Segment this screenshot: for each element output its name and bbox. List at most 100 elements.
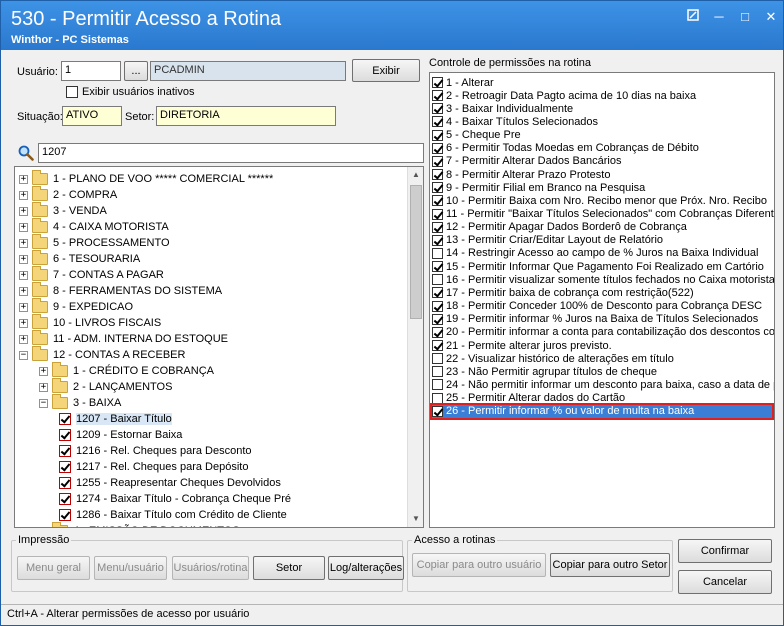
- permission-item[interactable]: 14 - Restringir Acesso ao campo de % Jur…: [432, 247, 758, 260]
- expand-icon[interactable]: +: [19, 318, 28, 328]
- permission-item[interactable]: 24 - Não permitir informar um desconto p…: [432, 378, 774, 391]
- permission-item[interactable]: 5 - Cheque Pre: [432, 129, 521, 142]
- expand-icon[interactable]: +: [19, 302, 28, 312]
- permission-checkbox[interactable]: [432, 274, 443, 286]
- usuarios-rotina-button[interactable]: Usuários/rotina: [172, 556, 249, 580]
- menu-geral-button[interactable]: Menu geral: [17, 556, 90, 580]
- close-icon[interactable]: ✕: [759, 7, 783, 27]
- permission-item[interactable]: 8 - Permitir Alterar Prazo Protesto: [432, 168, 610, 181]
- tree-item[interactable]: 1274 - Baixar Título - Cobrança Cheque P…: [59, 491, 291, 507]
- tree-item[interactable]: +10 - LIVROS FISCAIS: [19, 314, 161, 331]
- expand-icon[interactable]: +: [39, 526, 48, 527]
- permission-checkbox[interactable]: [432, 155, 443, 167]
- confirmar-button[interactable]: Confirmar: [678, 539, 772, 563]
- search-input[interactable]: 1207: [38, 143, 424, 163]
- tree-item[interactable]: +3 - VENDA: [19, 202, 107, 219]
- tree-item[interactable]: +11 - ADM. INTERNA DO ESTOQUE: [19, 330, 228, 347]
- routine-checkbox[interactable]: [59, 477, 71, 489]
- permission-checkbox[interactable]: [432, 392, 443, 404]
- permission-checkbox[interactable]: [432, 340, 443, 351]
- tree-item[interactable]: +5 - PROCESSAMENTO: [19, 234, 170, 251]
- tree-item[interactable]: 1209 - Estornar Baixa: [59, 427, 182, 443]
- permission-checkbox[interactable]: [432, 195, 443, 207]
- routine-checkbox[interactable]: [59, 445, 71, 457]
- permission-checkbox[interactable]: [432, 366, 443, 378]
- permission-item[interactable]: 20 - Permitir informar a conta para cont…: [432, 326, 774, 339]
- copiar-setor-button[interactable]: Copiar para outro Setor: [550, 553, 670, 577]
- tree-item[interactable]: +2 - COMPRA: [19, 186, 117, 203]
- permission-checkbox[interactable]: [432, 77, 443, 88]
- permission-checkbox[interactable]: [432, 313, 443, 325]
- expand-icon[interactable]: +: [19, 206, 28, 216]
- permission-checkbox[interactable]: [432, 90, 443, 102]
- tree-item[interactable]: +6 - TESOURARIA: [19, 250, 140, 267]
- permission-checkbox[interactable]: [432, 142, 443, 154]
- scroll-thumb[interactable]: [410, 185, 422, 319]
- routine-checkbox[interactable]: [59, 509, 71, 521]
- situacao-field[interactable]: ATIVO: [62, 106, 122, 126]
- scroll-down-icon[interactable]: ▼: [408, 511, 423, 527]
- usuario-lookup-button[interactable]: ...: [124, 61, 148, 81]
- tree-item[interactable]: +1 - CRÉDITO E COBRANÇA: [39, 362, 214, 379]
- tree-item[interactable]: 1207 - Baixar Título: [59, 411, 172, 427]
- tree-item[interactable]: 1217 - Rel. Cheques para Depósito: [59, 459, 248, 475]
- tree-item[interactable]: +1 - PLANO DE VOO ***** COMERCIAL ******: [19, 170, 273, 187]
- permission-checkbox[interactable]: [432, 208, 443, 220]
- permission-checkbox[interactable]: [432, 247, 443, 259]
- permission-item[interactable]: 26 - Permitir informar % ou valor de mul…: [430, 402, 774, 420]
- tree-item[interactable]: +7 - CONTAS A PAGAR: [19, 266, 164, 283]
- menu-usuario-button[interactable]: Menu/usuário: [94, 556, 167, 580]
- permission-checkbox[interactable]: [432, 129, 443, 141]
- tree-item[interactable]: − 3 - BAIXA: [39, 394, 121, 411]
- permission-checkbox[interactable]: [432, 182, 443, 194]
- expand-icon[interactable]: +: [19, 190, 28, 200]
- permission-item[interactable]: 11 - Permitir "Baixar Títulos Selecionad…: [432, 208, 774, 221]
- routine-checkbox[interactable]: [59, 429, 71, 441]
- permissions-list[interactable]: 1 - Alterar 2 - Retroagir Data Pagto acim…: [429, 72, 775, 528]
- permission-checkbox[interactable]: [432, 326, 443, 338]
- cancelar-button[interactable]: Cancelar: [678, 570, 772, 594]
- permission-item[interactable]: 6 - Permitir Todas Moedas em Cobranças d…: [432, 142, 699, 155]
- expand-icon[interactable]: +: [19, 238, 28, 248]
- expand-icon[interactable]: +: [19, 286, 28, 296]
- tree-item[interactable]: 1216 - Rel. Cheques para Desconto: [59, 443, 252, 459]
- tree-item[interactable]: +2 - LANÇAMENTOS: [39, 378, 172, 395]
- collapse-icon[interactable]: −: [39, 398, 48, 408]
- permission-item[interactable]: 15 - Permitir Informar Que Pagamento Foi…: [432, 260, 764, 273]
- permission-item[interactable]: 22 - Visualizar histórico de alterações …: [432, 352, 674, 365]
- copiar-usuario-button[interactable]: Copiar para outro usuário: [412, 553, 546, 577]
- permission-item[interactable]: 12 - Permitir Apagar Dados Borderô de Co…: [432, 221, 687, 234]
- tree-scrollbar[interactable]: ▲ ▼: [407, 167, 423, 527]
- permission-checkbox[interactable]: [432, 379, 443, 391]
- expand-icon[interactable]: +: [19, 270, 28, 280]
- permission-checkbox[interactable]: [432, 103, 443, 115]
- expand-icon[interactable]: +: [19, 222, 28, 232]
- permission-item[interactable]: 13 - Permitir Criar/Editar Layout de Rel…: [432, 234, 663, 247]
- setor-field[interactable]: DIRETORIA: [156, 106, 336, 126]
- permission-item[interactable]: 4 - Baixar Títulos Selecionados: [432, 115, 598, 128]
- tree-item[interactable]: +4 - EMISSÃO DE DOCUMENTOS: [39, 522, 240, 527]
- routine-checkbox[interactable]: [59, 493, 71, 505]
- routine-checkbox[interactable]: [59, 461, 71, 473]
- permission-checkbox[interactable]: [432, 221, 443, 233]
- tree-item[interactable]: +8 - FERRAMENTAS DO SISTEMA: [19, 282, 222, 299]
- permission-checkbox[interactable]: [432, 300, 443, 312]
- title-bar[interactable]: 530 - Permitir Acesso a Rotina Winthor -…: [1, 1, 783, 50]
- permission-item[interactable]: 18 - Permitir Conceder 100% de Desconto …: [432, 300, 762, 313]
- permission-item[interactable]: 19 - Permitir informar % Juros na Baixa …: [432, 313, 758, 326]
- expand-icon[interactable]: +: [39, 366, 48, 376]
- routine-checkbox[interactable]: [59, 413, 71, 425]
- permission-item[interactable]: 10 - Permitir Baixa com Nro. Recibo meno…: [432, 194, 767, 207]
- expand-icon[interactable]: +: [19, 174, 28, 184]
- tree-item[interactable]: +9 - EXPEDICAO: [19, 298, 133, 315]
- permission-checkbox[interactable]: [432, 116, 443, 128]
- minimize-icon[interactable]: ─: [707, 7, 731, 27]
- permission-item[interactable]: 23 - Não Permitir agrupar títulos de che…: [432, 365, 657, 378]
- permission-item[interactable]: 17 - Permitir baixa de cobrança com rest…: [432, 286, 694, 299]
- permission-checkbox[interactable]: [432, 234, 443, 246]
- expand-icon[interactable]: +: [19, 254, 28, 264]
- routine-tree[interactable]: +1 - PLANO DE VOO ***** COMERCIAL ******…: [14, 166, 424, 528]
- permission-item[interactable]: 25 - Permitir Alterar dados do Cartão: [432, 392, 625, 405]
- maximize-icon[interactable]: □: [733, 7, 757, 27]
- permission-checkbox[interactable]: [432, 169, 443, 181]
